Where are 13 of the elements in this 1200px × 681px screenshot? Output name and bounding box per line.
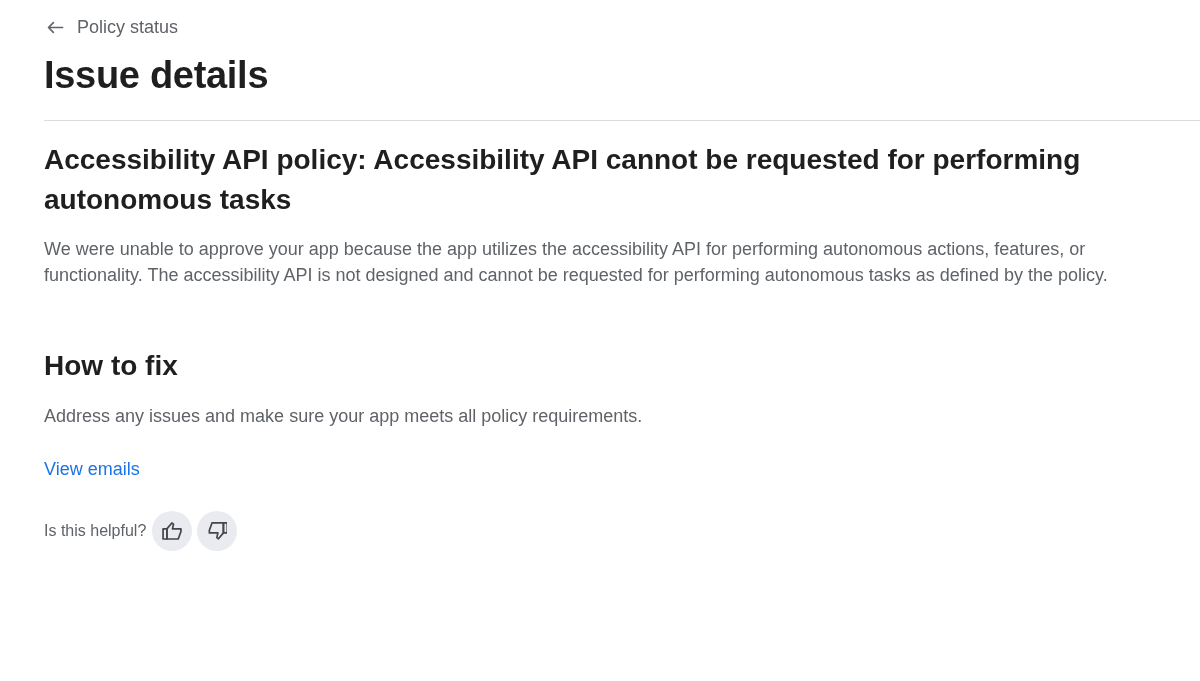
thumbs-down-button[interactable]: [197, 511, 238, 551]
fix-text: Address any issues and make sure your app meets all policy requirements.: [44, 405, 643, 428]
thumbs-up-button[interactable]: [152, 511, 193, 551]
back-link[interactable]: Policy status: [46, 16, 179, 38]
page-title: Issue details: [44, 53, 269, 98]
issue-description: We were unable to approve your app because the app utilizes the accessibility API for performing autonomous actions, features, or functionality. The accessibility API is not designed and cannot be requested for performing autonomous tasks as defined by the policy.: [44, 238, 1109, 287]
thumbs-up-icon: [162, 522, 183, 540]
thumbs-down-icon: [207, 522, 228, 540]
view-emails-link[interactable]: View emails: [44, 456, 140, 482]
back-arrow-icon: [46, 20, 64, 34]
issue-title: Accessibility API policy: Accessibility API cannot be requested for performing autonomous tasks: [44, 143, 1082, 217]
section-heading: How to fix: [44, 349, 178, 383]
feedback-question: Is this helpful?: [44, 521, 147, 541]
